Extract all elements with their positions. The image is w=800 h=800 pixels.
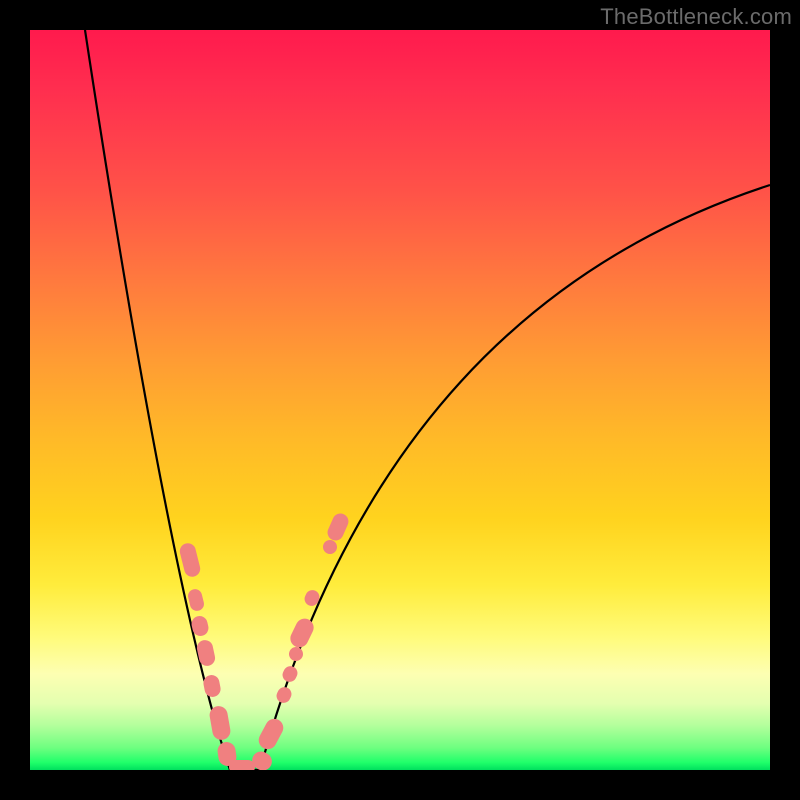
curve-right-branch <box>260 185 770 770</box>
data-marker <box>187 588 206 613</box>
data-marker <box>195 639 216 668</box>
chart-frame: TheBottleneck.com <box>0 0 800 800</box>
data-marker <box>287 645 306 664</box>
data-marker <box>256 716 287 753</box>
marker-group <box>178 511 351 770</box>
data-marker <box>321 538 340 557</box>
watermark-text: TheBottleneck.com <box>600 4 792 30</box>
data-marker <box>325 511 351 543</box>
data-marker <box>178 542 202 579</box>
data-marker <box>280 664 300 685</box>
chart-svg <box>30 30 770 770</box>
plot-area <box>30 30 770 770</box>
data-marker <box>208 705 232 742</box>
data-marker <box>202 674 222 699</box>
data-marker <box>274 685 294 706</box>
data-marker <box>229 760 255 770</box>
data-marker <box>287 616 316 651</box>
curve-group <box>85 30 770 770</box>
